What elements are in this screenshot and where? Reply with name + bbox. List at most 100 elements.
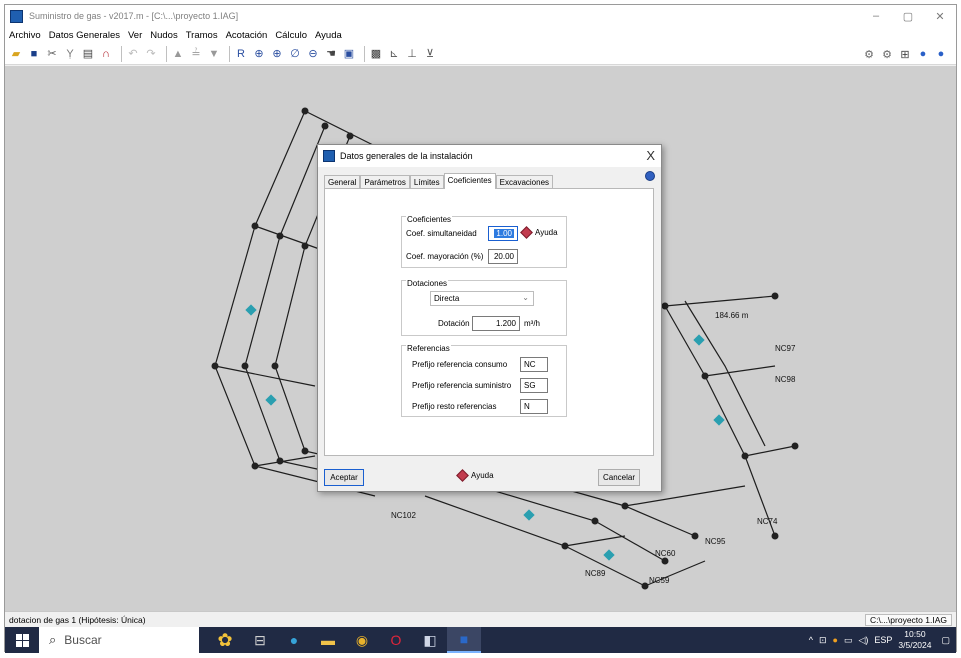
clock-time: 10:50 xyxy=(904,629,926,639)
simultaneity-help-link[interactable]: Ayuda xyxy=(520,226,558,239)
language-indicator[interactable]: ESP xyxy=(874,635,892,645)
dialog-tabs: General Parámetros Límites Coeficientes … xyxy=(324,173,554,189)
menu-archivo[interactable]: Archivo xyxy=(9,30,41,41)
dotaciones-group: Dotaciones Directa ⌄ Dotación 1.200 m³/h xyxy=(401,279,567,336)
edge-icon[interactable]: ● xyxy=(277,627,311,653)
lock-icon[interactable]: ∩ xyxy=(99,47,113,61)
simultaneity-input[interactable]: 1.00 xyxy=(488,226,518,241)
node-up-icon[interactable]: ▲ xyxy=(171,47,185,61)
file-explorer-icon[interactable]: ▬ xyxy=(311,627,345,653)
pan-hand-icon[interactable]: ☚ xyxy=(324,47,338,61)
group-label: Coeficientes xyxy=(406,215,453,224)
volume-icon[interactable]: ◁) xyxy=(858,635,868,646)
taskbar-search[interactable]: ⌕ Buscar xyxy=(39,627,199,653)
monitor-icon[interactable]: ▭ xyxy=(844,635,853,646)
resto-prefix-label: Prefijo resto referencias xyxy=(412,402,497,411)
help-icon[interactable]: ● xyxy=(916,47,930,61)
simultaneity-value: 1.00 xyxy=(494,229,514,238)
tab-parametros[interactable]: Parámetros xyxy=(360,175,410,189)
windows-icon xyxy=(15,633,29,647)
undo-icon[interactable]: ↶ xyxy=(126,47,140,61)
zoom-out-icon[interactable]: ⊖ xyxy=(306,47,320,61)
network-icon[interactable]: ⊡ xyxy=(819,635,827,646)
accept-button[interactable]: Aceptar xyxy=(324,469,364,486)
toolbar-separator xyxy=(364,45,365,62)
tab-coeficientes[interactable]: Coeficientes xyxy=(443,173,496,189)
dialog-help-label: Ayuda xyxy=(471,471,494,480)
dialog-help-link[interactable]: Ayuda xyxy=(456,469,494,482)
settings-icon[interactable]: ⚙ xyxy=(862,47,876,61)
config-icon[interactable]: ⚙ xyxy=(880,47,894,61)
status-bar: dotacion de gas 1 (Hipótesis: Única) C:\… xyxy=(5,611,956,627)
save-icon[interactable]: ■ xyxy=(27,47,41,61)
store-icon[interactable]: ◧ xyxy=(413,627,447,653)
toolbar-separator xyxy=(229,45,230,62)
dialog-title-bar: Datos generales de la instalación X xyxy=(318,145,661,167)
search-placeholder: Buscar xyxy=(64,633,102,647)
open-folder-icon[interactable]: ▰ xyxy=(9,47,23,61)
node-down-icon[interactable]: ▼ xyxy=(207,47,221,61)
image-icon[interactable]: ▩ xyxy=(369,47,383,61)
title-bar: Suministro de gas - v2017.m - [C:\...\pr… xyxy=(5,5,956,27)
axis-icon[interactable]: ⊻ xyxy=(423,47,437,61)
menu-acotacion[interactable]: Acotación xyxy=(226,30,268,41)
system-tray: ^ ⊡ ● ▭ ◁) ESP 10:50 3/5/2024 ▢ xyxy=(809,627,956,653)
notifications-icon[interactable]: ▢ xyxy=(941,635,950,646)
general-data-dialog: Datos generales de la instalación X Gene… xyxy=(317,144,662,492)
widgets-icon[interactable]: ✿ xyxy=(207,627,243,653)
plugin-icon[interactable]: ⊞ xyxy=(898,47,912,61)
zoom-in-icon[interactable]: ⊕ xyxy=(270,47,284,61)
menu-calculo[interactable]: Cálculo xyxy=(275,30,307,41)
dotacion-label: Dotación xyxy=(438,319,470,328)
dotacion-mode-select[interactable]: Directa ⌄ xyxy=(430,291,534,306)
menu-datos-generales[interactable]: Datos Generales xyxy=(49,30,120,41)
dotacion-input[interactable]: 1.200 xyxy=(472,316,520,331)
clock[interactable]: 10:50 3/5/2024 xyxy=(898,629,931,651)
menu-ver[interactable]: Ver xyxy=(128,30,142,41)
referencias-group: Referencias Prefijo referencia consumo N… xyxy=(401,344,567,417)
weather-icon[interactable]: ● xyxy=(833,635,838,645)
increase-input[interactable]: 20.00 xyxy=(488,249,518,264)
node-label: NC60 xyxy=(655,549,676,558)
clock-date: 3/5/2024 xyxy=(898,640,932,650)
resto-prefix-input[interactable]: N xyxy=(520,399,548,414)
menu-ayuda[interactable]: Ayuda xyxy=(315,30,342,41)
dialog-help-icon[interactable] xyxy=(645,171,655,181)
menu-tramos[interactable]: Tramos xyxy=(186,30,218,41)
zoom-window-icon[interactable]: ⊕ xyxy=(252,47,266,61)
tab-excavaciones[interactable]: Excavaciones xyxy=(495,175,554,189)
redo-icon[interactable]: ↷ xyxy=(144,47,158,61)
align-icon[interactable]: ≟ xyxy=(189,47,203,61)
tab-limites[interactable]: Límites xyxy=(409,175,444,189)
layers-icon[interactable]: ▣ xyxy=(342,47,356,61)
menu-nudos[interactable]: Nudos xyxy=(150,30,177,41)
coeficientes-group: Coeficientes Coef. simultaneidad 1.00 Ay… xyxy=(401,215,567,268)
chevron-up-icon[interactable]: ^ xyxy=(809,635,813,645)
chrome-icon[interactable]: ◉ xyxy=(345,627,379,653)
tools-icon[interactable]: Ỵ xyxy=(63,47,77,61)
maximize-button[interactable]: ▢ xyxy=(892,5,924,27)
close-button[interactable]: ✕ xyxy=(924,5,956,27)
redraw-icon[interactable]: R xyxy=(234,47,248,61)
search-icon: ⌕ xyxy=(49,632,57,647)
profile-icon[interactable]: ⊥ xyxy=(405,47,419,61)
cut-icon[interactable]: ✂ xyxy=(45,47,59,61)
suministro-prefix-label: Prefijo referencia suministro xyxy=(412,381,512,390)
minimize-button[interactable]: – xyxy=(860,5,892,27)
cancel-button[interactable]: Cancelar xyxy=(598,469,640,486)
group-label: Referencias xyxy=(406,344,451,353)
gas-app-taskbar-icon[interactable]: ■ xyxy=(447,627,481,653)
toolbar-right: ⚙ ⚙ ⊞ ● ● xyxy=(862,47,952,61)
tab-general[interactable]: General xyxy=(324,175,361,189)
start-button[interactable] xyxy=(5,627,39,653)
elevation-icon[interactable]: ⊾ xyxy=(387,47,401,61)
group-label: Dotaciones xyxy=(406,279,449,288)
consumo-prefix-input[interactable]: NC xyxy=(520,357,548,372)
opera-icon[interactable]: O xyxy=(379,627,413,653)
zoom-extents-icon[interactable]: ∅ xyxy=(288,47,302,61)
info-icon[interactable]: ● xyxy=(934,47,948,61)
dialog-close-button[interactable]: X xyxy=(646,148,655,163)
suministro-prefix-input[interactable]: SG xyxy=(520,378,548,393)
print-preview-icon[interactable]: ▤ xyxy=(81,47,95,61)
task-view-icon[interactable]: ⊟ xyxy=(243,627,277,653)
